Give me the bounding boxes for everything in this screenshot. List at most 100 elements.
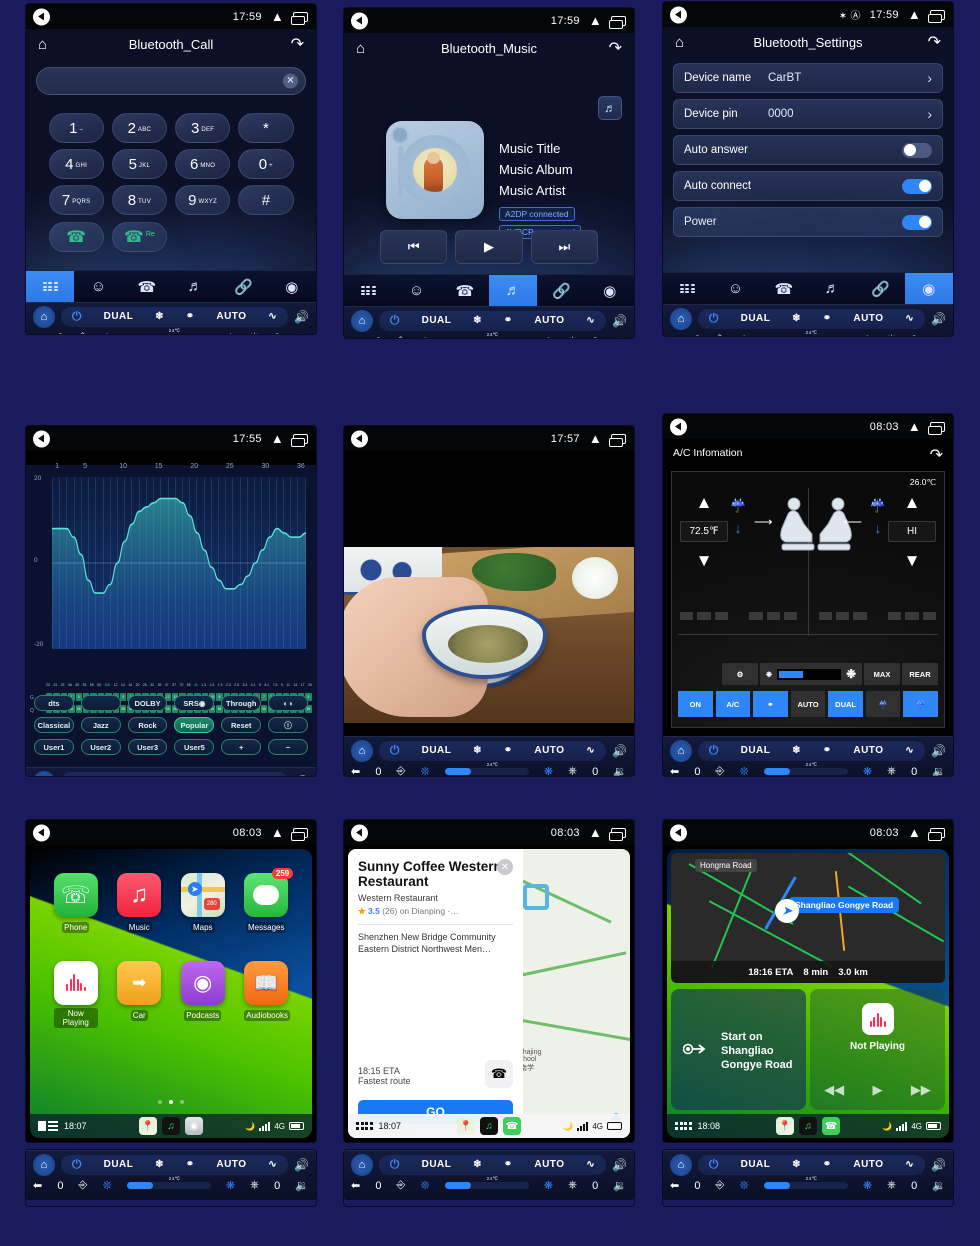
fan-right-icon[interactable]: ❋ [544, 1179, 553, 1192]
preset-user5[interactable]: User5 [174, 739, 215, 755]
power-icon[interactable]: ⏻ [72, 309, 82, 324]
volume-up-icon[interactable]: 🔊 [931, 744, 946, 758]
now-playing-card[interactable]: Not Playing ◀◀ ▶ ▶▶ [810, 989, 945, 1110]
fan-left-icon[interactable]: ❊ [102, 331, 111, 334]
call-button[interactable]: ☎ [485, 1060, 513, 1088]
volume-up-icon[interactable]: 🔊 [612, 314, 627, 328]
tab-calllog[interactable]: ☎ [123, 271, 171, 302]
fan-left-icon[interactable]: ❊ [739, 333, 748, 336]
seat-icon[interactable]: ⎆ [397, 1179, 406, 1192]
key-4[interactable]: 4 GHI [48, 149, 104, 179]
map-canvas[interactable]: Xin'ercun Park新二村公园 Shenzhen ShajingSh…a… [348, 849, 630, 1138]
seat-icon[interactable]: ⎆ [716, 765, 725, 776]
app-audiobooks[interactable]: 📖 Audiobooks [244, 961, 291, 1030]
recents-icon[interactable] [609, 433, 626, 447]
dock-maps-icon[interactable]: 📍 [457, 1117, 475, 1135]
snowflake-icon[interactable]: ❄ [792, 745, 801, 756]
seat-heat-icon[interactable]: ⎈ [250, 331, 259, 334]
power-icon[interactable]: ⏻ [709, 1157, 719, 1172]
climate-home-button[interactable]: ⌂ [33, 1153, 55, 1176]
play-button[interactable]: ▶ [455, 230, 523, 264]
tab-link[interactable]: 🔗 [219, 271, 267, 302]
down-arrow-right[interactable]: ↓ [870, 520, 886, 536]
seat-heat-icon[interactable]: ⎈ [887, 765, 896, 776]
key-3[interactable]: 3 DEF [175, 113, 231, 143]
recents-icon[interactable] [928, 9, 945, 23]
recents-icon[interactable] [291, 827, 308, 841]
key-7[interactable]: 7 PQRS [48, 185, 104, 215]
dual-label[interactable]: DUAL [422, 1159, 452, 1170]
chevron-up-icon[interactable]: ▲ [271, 10, 284, 23]
recirculate-icon[interactable]: ⚭ [504, 1159, 513, 1170]
left-arrow-right-side[interactable]: ⟵ [843, 514, 862, 530]
back-arrow-icon[interactable]: ⬅ [33, 1179, 42, 1192]
app-list-icon[interactable] [38, 1121, 58, 1131]
tab-calllog[interactable]: ☎ [441, 275, 489, 306]
fan-slider[interactable] [763, 1182, 848, 1189]
preset-dts[interactable]: dts [34, 695, 74, 711]
setting-row-device-name[interactable]: Device name CarBT › [673, 63, 943, 93]
preset-srs[interactable]: SRS◉ [174, 695, 215, 711]
tab-contacts[interactable]: ☺ [392, 275, 440, 306]
chevron-up-icon[interactable]: ▲ [589, 14, 602, 27]
preset-wav[interactable] [80, 695, 121, 711]
climate-home-button[interactable]: ⌂ [351, 1153, 373, 1176]
snowflake-icon[interactable]: ❄ [792, 313, 801, 324]
app-phone[interactable]: ☏ Phone [53, 873, 98, 935]
airflow-icon[interactable]: ∿ [268, 1159, 277, 1170]
defrost-icon-left[interactable]: ☔ [730, 498, 746, 514]
recirculate-icon[interactable]: ⚭ [823, 313, 832, 324]
clear-icon[interactable]: ✕ [283, 73, 298, 89]
dock-music-icon[interactable]: ♫ [480, 1117, 498, 1135]
volume-up-icon[interactable]: 🔊 [931, 312, 946, 326]
chevron-up-icon[interactable]: ▲ [908, 8, 921, 21]
key-8[interactable]: 8 TUV [111, 185, 167, 215]
fan-left-icon[interactable]: ❊ [420, 1179, 429, 1192]
fan-left-icon[interactable]: ❊ [420, 335, 429, 338]
volume-down-icon[interactable]: 🔉 [613, 765, 627, 776]
recirculate-icon[interactable]: ⚭ [186, 1159, 195, 1170]
max-button[interactable]: MAX [864, 663, 900, 685]
fan-left-icon[interactable]: ❊ [420, 765, 429, 776]
volume-down-icon[interactable]: 🔉 [295, 331, 309, 334]
auto-label[interactable]: AUTO [534, 1159, 564, 1170]
preset-balance[interactable]: ◐◑ [268, 695, 308, 711]
fan-right-icon[interactable]: ❋ [863, 1179, 872, 1192]
tab-link[interactable]: 🔗 [537, 275, 585, 306]
on-button[interactable]: ON [678, 691, 713, 717]
right-temp-value[interactable]: HI [888, 521, 936, 542]
tab-music[interactable]: ♬ [171, 271, 219, 302]
increase-button[interactable]: + [221, 739, 262, 755]
dual-label[interactable]: DUAL [741, 745, 771, 756]
volume-down-icon[interactable]: 🔉 [613, 1179, 627, 1192]
power-icon[interactable]: ⏻ [72, 774, 82, 776]
dual-label[interactable]: DUAL [422, 315, 452, 326]
chevron-up-icon[interactable]: ▲ [589, 826, 602, 839]
recirculate-icon[interactable]: ⚭ [504, 745, 513, 756]
decrease-button[interactable]: − [268, 739, 308, 755]
volume-up-icon[interactable]: 🔊 [294, 1158, 309, 1172]
video-surface[interactable] [344, 451, 634, 736]
chevron-up-icon[interactable]: ▲ [271, 432, 284, 445]
seat-heat-icon[interactable]: ⎈ [568, 765, 577, 776]
auto-label[interactable]: AUTO [853, 1159, 883, 1170]
back-arrow-icon[interactable]: ⬅ [351, 765, 360, 776]
chevron-up-icon[interactable]: ▲ [271, 826, 284, 839]
fan-left-icon[interactable]: ❊ [739, 765, 748, 776]
airflow-icon[interactable]: ∿ [905, 1159, 914, 1170]
info-button[interactable]: ⓘ [268, 717, 308, 733]
key-hash[interactable]: # [238, 185, 294, 215]
fan-slider[interactable] [763, 768, 848, 775]
climate-home-button[interactable]: ⌂ [33, 770, 55, 776]
redial-button[interactable]: ☎ Re [111, 222, 167, 252]
back-icon[interactable] [33, 430, 50, 447]
temp-down-button-right[interactable]: ▼ [888, 552, 936, 569]
app-grid-icon[interactable] [356, 1122, 373, 1130]
auto-label[interactable]: AUTO [216, 1159, 246, 1170]
dock-music-icon[interactable]: ♫ [799, 1117, 817, 1135]
airflow-icon[interactable]: ∿ [586, 315, 595, 326]
tab-dialpad[interactable] [344, 275, 392, 306]
volume-up-icon[interactable]: 🔊 [612, 744, 627, 758]
fan-left-icon[interactable]: ❊ [102, 1179, 111, 1192]
return-icon[interactable]: ↷ [291, 34, 304, 54]
